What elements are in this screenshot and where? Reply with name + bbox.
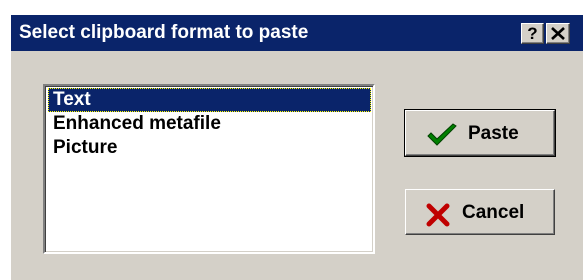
format-item-picture[interactable]: Picture bbox=[48, 136, 117, 160]
close-icon bbox=[551, 27, 565, 40]
format-item-text[interactable]: Text bbox=[48, 88, 371, 112]
format-list[interactable]: Text Enhanced metafile Picture bbox=[43, 84, 375, 254]
paste-format-dialog: Select clipboard format to paste ? Text … bbox=[10, 14, 583, 280]
cancel-button-label: Cancel bbox=[462, 202, 525, 223]
format-item-enhanced-metafile[interactable]: Enhanced metafile bbox=[48, 112, 221, 136]
dialog-title: Select clipboard format to paste bbox=[19, 22, 309, 43]
help-button[interactable]: ? bbox=[521, 23, 544, 44]
close-button[interactable] bbox=[546, 23, 570, 44]
paste-button-label: Paste bbox=[468, 123, 519, 144]
cancel-button[interactable]: Cancel bbox=[405, 189, 555, 235]
title-bar[interactable]: Select clipboard format to paste ? bbox=[11, 15, 583, 51]
x-icon bbox=[426, 203, 450, 227]
check-icon bbox=[427, 123, 457, 146]
paste-button[interactable]: Paste bbox=[404, 109, 556, 157]
